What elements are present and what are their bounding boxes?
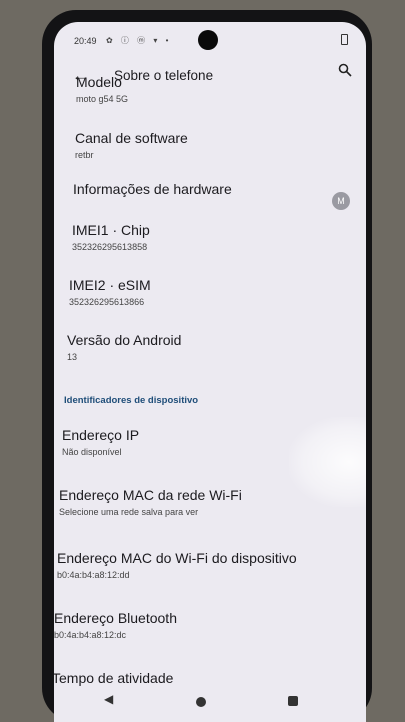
status-time: 20:49 xyxy=(74,36,97,46)
item-title: Canal de software xyxy=(75,130,188,146)
notification-icons: ✿ ⓘ ⓜ ▾ • xyxy=(106,36,172,45)
nav-back-icon[interactable]: ◀ xyxy=(104,692,113,706)
item-title: Versão do Android xyxy=(67,332,182,348)
list-item-imei1[interactable]: IMEI1 · Chip 352326295613858 xyxy=(72,222,150,252)
list-item-device-wifi-mac[interactable]: Endereço MAC do Wi-Fi do dispositivo b0:… xyxy=(57,550,297,580)
status-bar: 20:49 ✿ ⓘ ⓜ ▾ • xyxy=(54,22,366,58)
screen-glare xyxy=(289,417,366,507)
list-item-android-version[interactable]: Versão do Android 13 xyxy=(67,332,181,362)
system-nav-bar: ◀ xyxy=(54,684,366,722)
item-title: Endereço IP xyxy=(62,427,140,443)
item-title: Informações de hardware xyxy=(73,181,232,197)
list-item-ip-address[interactable]: Endereço IP Não disponível xyxy=(62,427,139,457)
item-subtitle: 13 xyxy=(67,352,78,362)
item-subtitle: retbr xyxy=(75,150,94,160)
list-item-hardware-info[interactable]: Informações de hardware xyxy=(73,181,232,197)
search-icon[interactable] xyxy=(338,63,352,82)
item-subtitle: Selecione uma rede salva para ver xyxy=(59,507,199,517)
item-title: Modelo xyxy=(76,74,122,90)
item-subtitle: b0:4a:b4:a8:12:dc xyxy=(54,630,127,640)
item-title: IMEI2 · eSIM xyxy=(69,277,151,293)
item-title: Endereço MAC do Wi-Fi do dispositivo xyxy=(57,550,297,566)
item-subtitle: moto g54 5G xyxy=(76,94,129,104)
item-subtitle: Não disponível xyxy=(62,447,122,457)
section-header-device-identifiers: Identificadores de dispositivo xyxy=(64,395,199,406)
battery-icon xyxy=(341,34,348,45)
front-camera xyxy=(198,30,218,50)
page-title: Sobre o telefone xyxy=(114,68,214,83)
list-item-model[interactable]: Modelo moto g54 5G xyxy=(76,74,128,104)
item-subtitle: 352326295613858 xyxy=(72,242,148,252)
item-subtitle: 352326295613866 xyxy=(69,297,145,307)
list-item-software-channel[interactable]: Canal de software retbr xyxy=(75,130,188,160)
phone-screen: 20:49 ✿ ⓘ ⓜ ▾ • ← Sobre o telefone Model… xyxy=(54,22,366,722)
moto-assistant-icon[interactable]: M xyxy=(332,192,350,210)
list-item-imei2[interactable]: IMEI2 · eSIM 352326295613866 xyxy=(69,277,151,307)
item-title: Endereço Bluetooth xyxy=(54,610,177,626)
list-item-bluetooth-address[interactable]: Endereço Bluetooth b0:4a:b4:a8:12:dc xyxy=(54,610,177,640)
nav-home-icon[interactable] xyxy=(196,697,206,707)
item-subtitle: b0:4a:b4:a8:12:dd xyxy=(57,570,130,580)
item-title: IMEI1 · Chip xyxy=(72,222,150,238)
nav-recents-icon[interactable] xyxy=(288,696,298,706)
item-title: Endereço MAC da rede Wi-Fi xyxy=(59,487,242,503)
list-item-wifi-network-mac[interactable]: Endereço MAC da rede Wi-Fi Selecione uma… xyxy=(59,487,242,517)
